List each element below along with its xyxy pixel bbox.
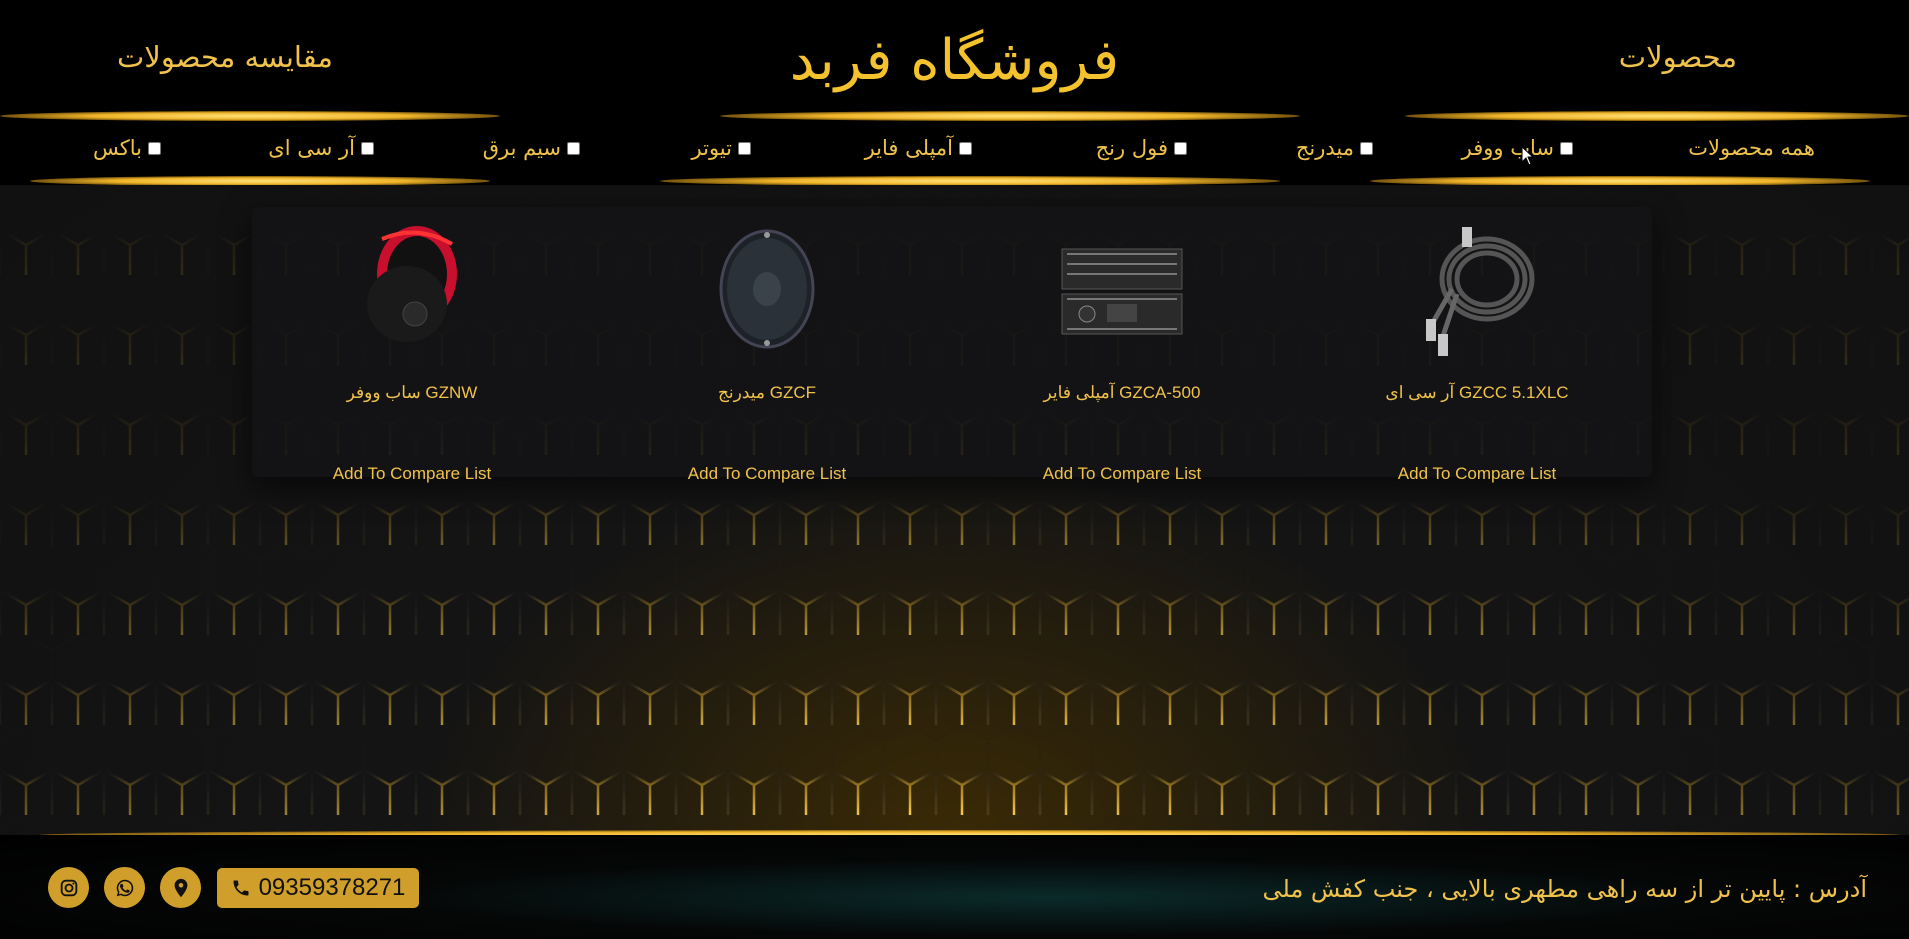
product-area: آر سی ای GZCC 5.1XLC Add To Compare List… — [0, 185, 1909, 835]
instagram-button[interactable] — [48, 867, 89, 908]
instagram-icon — [60, 879, 77, 896]
site-header: محصولات مقایسه محصولات فروشگاه فربد همه … — [0, 0, 1909, 186]
filter-power-cable[interactable]: سیم برق — [483, 136, 580, 160]
product-grid: آر سی ای GZCC 5.1XLC Add To Compare List… — [252, 207, 1652, 483]
mouse-cursor-icon — [1521, 146, 1535, 166]
filter-label: تیوتر — [691, 136, 732, 160]
filter-label: سیم برق — [482, 136, 561, 160]
checkbox[interactable] — [361, 141, 374, 155]
filter-box[interactable]: باکس — [93, 136, 161, 160]
filter-all-products[interactable]: همه محصولات — [1688, 136, 1815, 160]
add-to-compare-button[interactable]: Add To Compare List — [1302, 464, 1652, 484]
store-address: آدرس : پایین تر از سه راهی مطهری بالایی … — [1262, 875, 1868, 903]
filter-label: ساب ووفر — [1461, 136, 1554, 160]
checkbox[interactable] — [567, 141, 580, 155]
phone-button[interactable]: 09359378271 — [217, 868, 419, 908]
amplifier-image — [1061, 248, 1183, 335]
subwoofer-image — [367, 226, 457, 342]
checkbox[interactable] — [1560, 141, 1573, 155]
product-title[interactable]: آمپلی فایر GZCA-500 — [947, 383, 1297, 403]
divider-gold — [720, 111, 1300, 121]
product-title[interactable]: میدرنج GZCF — [592, 383, 942, 403]
product-title[interactable]: ساب ووفر GZNW — [237, 383, 587, 403]
filter-label: فول رنج — [1095, 136, 1168, 160]
filter-label: آمپلی فایر — [864, 136, 953, 160]
checkbox[interactable] — [738, 141, 751, 155]
filter-subwoofer[interactable]: ساب ووفر — [1462, 136, 1573, 160]
product-card[interactable]: آر سی ای GZCC 5.1XLC Add To Compare List — [1302, 207, 1652, 483]
filter-label: میدرنج — [1295, 136, 1354, 160]
product-card[interactable]: ساب ووفر GZNW Add To Compare List — [237, 207, 587, 483]
divider-gold — [0, 111, 500, 121]
filter-fullrange[interactable]: فول رنج — [1096, 136, 1187, 160]
site-title[interactable]: فروشگاه فربد — [0, 28, 1909, 93]
filter-label: آر سی ای — [268, 136, 355, 160]
checkbox[interactable] — [1360, 141, 1373, 155]
product-title[interactable]: آر سی ای GZCC 5.1XLC — [1302, 383, 1652, 403]
divider-gold — [1405, 111, 1909, 121]
midrange-speaker-image — [719, 229, 815, 349]
filter-tweeter[interactable]: تیوتر — [692, 136, 751, 160]
add-to-compare-button[interactable]: Add To Compare List — [947, 464, 1297, 484]
phone-icon — [233, 880, 249, 896]
filter-midrange[interactable]: میدرنج — [1296, 136, 1373, 160]
filter-rca[interactable]: آر سی ای — [268, 136, 374, 160]
location-button[interactable] — [160, 867, 201, 908]
checkbox[interactable] — [148, 141, 161, 155]
site-footer: آدرس : پایین تر از سه راهی مطهری بالایی … — [0, 835, 1909, 939]
rca-cable-image — [1426, 227, 1535, 356]
add-to-compare-button[interactable]: Add To Compare List — [237, 464, 587, 484]
category-filters: همه محصولات ساب ووفر میدرنج فول رنج آمپل… — [0, 128, 1909, 172]
add-to-compare-button[interactable]: Add To Compare List — [592, 464, 942, 484]
whatsapp-button[interactable] — [104, 867, 145, 908]
checkbox[interactable] — [959, 141, 972, 155]
product-card[interactable]: میدرنج GZCF Add To Compare List — [592, 207, 942, 483]
whatsapp-icon — [116, 879, 133, 896]
checkbox[interactable] — [1174, 141, 1187, 155]
product-card[interactable]: آمپلی فایر GZCA-500 Add To Compare List — [947, 207, 1297, 483]
location-icon — [174, 878, 187, 897]
phone-number: 09359378271 — [258, 874, 406, 901]
filter-amplifier[interactable]: آمپلی فایر — [865, 136, 972, 160]
filter-label: باکس — [92, 136, 142, 160]
